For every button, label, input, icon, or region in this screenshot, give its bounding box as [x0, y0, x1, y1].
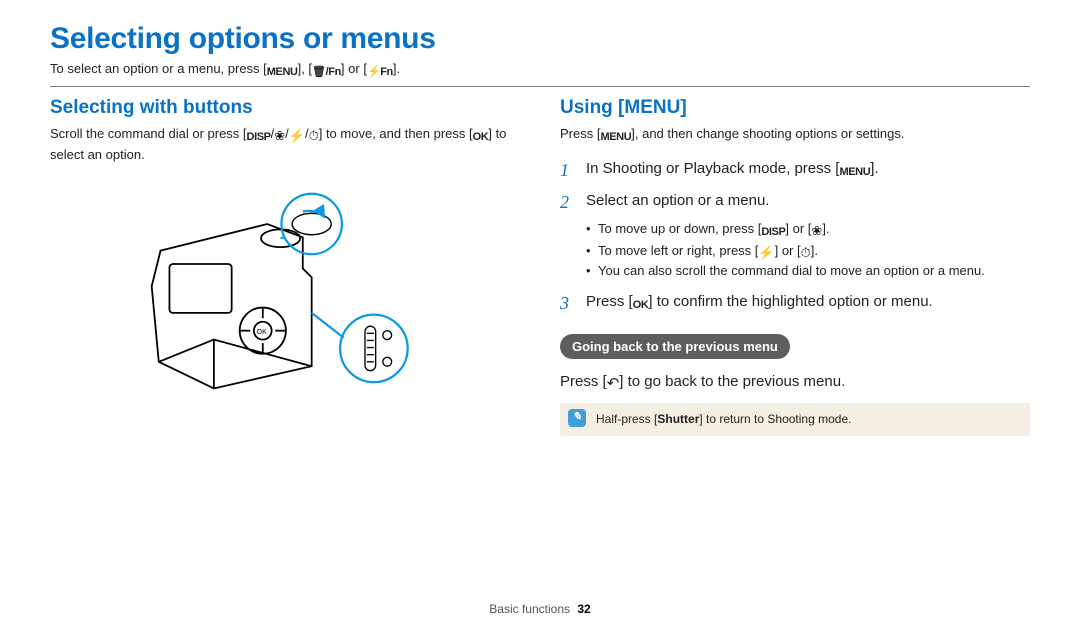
manual-page: Selecting options or menus To select an …	[0, 0, 1080, 630]
ok-icon: OK	[473, 130, 489, 146]
divider	[50, 86, 1030, 87]
section-heading-right: Using [MENU]	[560, 97, 1030, 119]
intro-text: ].	[393, 61, 400, 76]
note-bold: Shutter	[657, 412, 699, 426]
camera-svg-icon: OK	[125, 179, 445, 429]
sub-2: To move left or right, press [⚡] or [⏱].	[586, 241, 1030, 261]
right-intro-text: ], and then change shooting options or s…	[631, 126, 904, 141]
step1-text: In Shooting or Playback mode, press [	[586, 160, 839, 177]
menu-icon: MENU	[600, 130, 631, 146]
menu-icon: MENU	[267, 65, 298, 80]
menu-icon: MENU	[839, 164, 870, 181]
note-text: ] to return to Shooting mode.	[699, 412, 851, 426]
intro-text: To select an option or a menu, press [	[50, 61, 267, 76]
flash-fn-icon: ⚡Fn	[367, 65, 393, 80]
disp-icon: DISP	[247, 130, 271, 146]
note-icon: ✎	[568, 409, 586, 427]
intro-text: ] or [	[341, 61, 367, 76]
page-footer: Basic functions 32	[0, 602, 1080, 616]
disp-icon: DISP	[761, 224, 785, 241]
svg-text:OK: OK	[257, 328, 268, 336]
flash-icon: ⚡	[289, 129, 305, 142]
step1-text: ].	[870, 160, 878, 177]
macro-icon: ❀	[274, 129, 285, 142]
right-intro-text: Press [	[560, 126, 600, 141]
sub-1: To move up or down, press [DISP] or [❀].	[586, 219, 1030, 241]
note-text: Half-press [	[596, 412, 657, 426]
intro-text: ], [	[298, 61, 312, 76]
back-instruction: Press [↶] to go back to the previous men…	[560, 371, 1030, 394]
left-body-text: ] to move, and then press [	[319, 126, 473, 141]
left-body-text: Scroll the command dial or press [	[50, 126, 247, 141]
flash-icon: ⚡	[758, 246, 774, 259]
step2-sublist: To move up or down, press [DISP] or [❀].…	[586, 219, 1030, 281]
note-box: ✎ Half-press [Shutter] to return to Shoo…	[560, 403, 1030, 436]
steps-list: In Shooting or Playback mode, press [MEN…	[560, 158, 1030, 314]
section-heading-left: Selecting with buttons	[50, 97, 520, 119]
left-body: Scroll the command dial or press [DISP/❀…	[50, 125, 520, 165]
ok-icon: OK	[633, 297, 649, 314]
right-intro: Press [MENU], and then change shooting o…	[560, 125, 1030, 146]
step2-text: Select an option or a menu.	[586, 192, 769, 209]
timer-icon: ⏱	[309, 129, 319, 142]
page-title: Selecting options or menus	[50, 22, 1030, 56]
step-2: Select an option or a menu. To move up o…	[560, 190, 1030, 281]
step-1: In Shooting or Playback mode, press [MEN…	[560, 158, 1030, 181]
footer-section: Basic functions	[489, 602, 570, 616]
trash-fn-icon: 🗑/Fn	[312, 65, 341, 80]
sub-3: You can also scroll the command dial to …	[586, 261, 1030, 281]
right-column: Using [MENU] Press [MENU], and then chan…	[560, 97, 1030, 436]
intro-line: To select an option or a menu, press [ME…	[50, 60, 1030, 80]
left-column: Selecting with buttons Scroll the comman…	[50, 97, 520, 436]
timer-icon: ⏱	[801, 246, 811, 259]
camera-illustration: OK	[50, 179, 520, 429]
subheading-pill: Going back to the previous menu	[560, 334, 790, 359]
back-icon: ↶	[607, 376, 620, 391]
page-number: 32	[577, 602, 590, 616]
step-3: Press [OK] to confirm the highlighted op…	[560, 291, 1030, 314]
macro-icon: ❀	[811, 224, 822, 237]
content-columns: Selecting with buttons Scroll the comman…	[50, 97, 1030, 436]
